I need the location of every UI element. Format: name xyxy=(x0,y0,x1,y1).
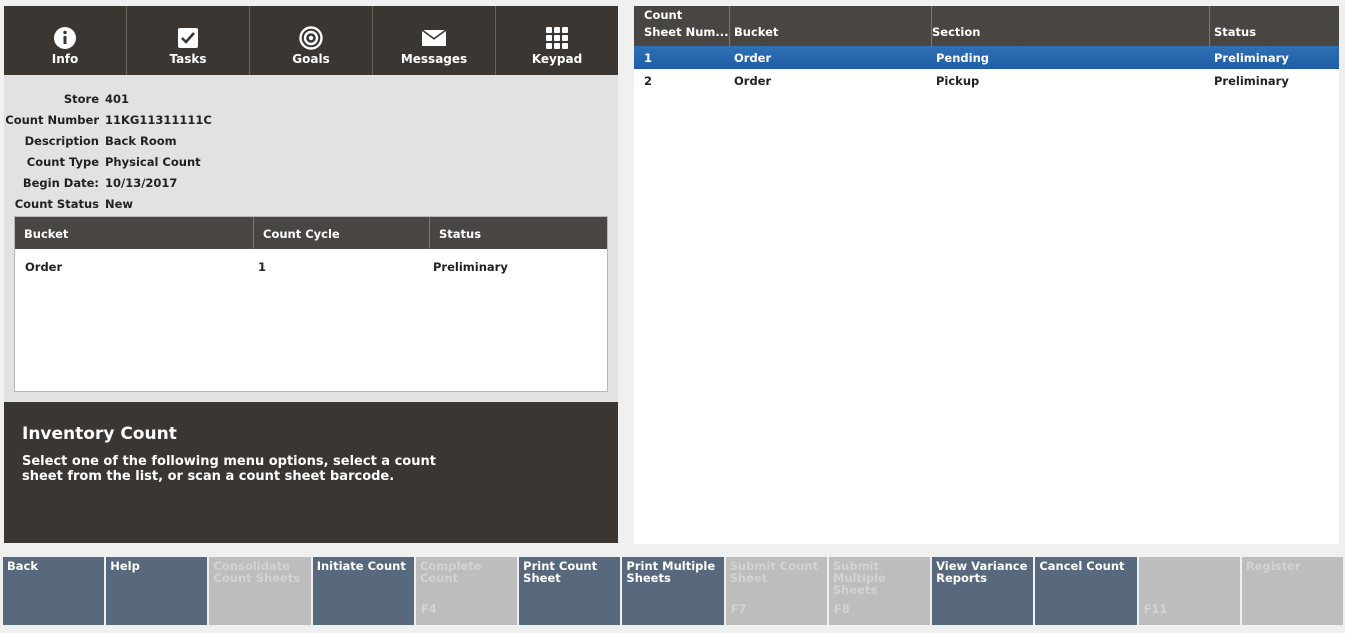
table-row[interactable]: 1 Order Pending Preliminary xyxy=(634,46,1339,69)
nav-tasks[interactable]: Tasks xyxy=(127,6,250,75)
consolidate-count-sheets-button[interactable]: Consolidate Count Sheets xyxy=(209,557,311,625)
count-number-row: Count Number 11KG11311111C xyxy=(4,113,212,131)
bucket-table: Bucket Count Cycle Status Order 1 Prelim… xyxy=(14,216,608,392)
description-label: Description xyxy=(24,134,99,148)
count-number-value: 11KG11311111C xyxy=(105,113,212,127)
target-icon xyxy=(299,26,323,50)
view-variance-reports-button[interactable]: View Variance Reports xyxy=(932,557,1034,625)
nav-label: Keypad xyxy=(531,52,583,66)
complete-count-button[interactable]: Complete Count F4 xyxy=(415,557,518,625)
button-label: View Variance Reports xyxy=(936,559,1028,585)
count-type-row: Count Type Physical Count xyxy=(4,155,201,173)
print-count-sheet-button[interactable]: Print Count Sheet xyxy=(519,557,621,625)
envelope-icon xyxy=(422,26,446,50)
register-button[interactable]: Register xyxy=(1241,557,1344,625)
function-key-label: F11 xyxy=(1143,602,1168,616)
nav-keypad[interactable]: Keypad xyxy=(496,6,618,75)
function-key-label: F7 xyxy=(730,602,747,616)
button-label: Help xyxy=(110,559,140,573)
begin-date-row: Begin Date: 10/13/2017 xyxy=(4,176,178,194)
sheet-number-cell: 1 xyxy=(644,50,653,65)
section-cell: Pending xyxy=(936,50,990,65)
table-row[interactable]: 2 Order Pickup Preliminary xyxy=(634,69,1339,92)
header-line: Count xyxy=(644,8,683,22)
button-label: Complete Count xyxy=(419,559,482,585)
count-number-label: Count Number xyxy=(5,113,99,127)
bucket-cell: Order xyxy=(734,73,772,88)
sheet-number-cell: 2 xyxy=(644,73,653,88)
nav-label: Goals xyxy=(292,52,330,66)
button-label: Submit Multiple Sheets xyxy=(832,559,886,597)
button-label: Register xyxy=(1245,559,1301,573)
column-header-count-cycle[interactable]: Count Cycle xyxy=(254,217,430,249)
count-status-row: Count Status New xyxy=(4,197,133,215)
button-label: Cancel Count xyxy=(1039,559,1125,573)
status-cell: Preliminary xyxy=(1214,50,1289,65)
begin-date-label: Begin Date: xyxy=(22,176,99,190)
function-key-label: F8 xyxy=(833,602,850,616)
nav-goals[interactable]: Goals xyxy=(250,6,373,75)
button-label: Print Multiple Sheets xyxy=(626,559,716,585)
bucket-cell: Order xyxy=(25,260,63,274)
status-cell: Preliminary xyxy=(1214,73,1289,88)
description-row: Description Back Room xyxy=(4,134,177,152)
description-value: Back Room xyxy=(105,134,177,148)
bucket-cell: Order xyxy=(734,50,772,65)
initiate-count-button[interactable]: Initiate Count xyxy=(312,557,414,625)
column-header-section[interactable]: Section xyxy=(932,6,1210,46)
button-label: Submit Count Sheet xyxy=(729,559,818,585)
status-cell: Preliminary xyxy=(433,260,508,274)
button-label: Consolidate Count Sheets xyxy=(213,559,301,585)
begin-date-value: 10/13/2017 xyxy=(105,176,178,190)
prompt-panel: Inventory Count Select one of the follow… xyxy=(4,402,618,543)
column-header-status[interactable]: Status xyxy=(1210,6,1339,46)
nav-label: Messages xyxy=(400,52,468,66)
column-header-count-sheet-number[interactable]: Count Sheet Num... xyxy=(634,6,730,46)
count-sheet-list: Count Sheet Num... Bucket Section Status… xyxy=(634,6,1339,544)
prompt-text: Select one of the following menu options… xyxy=(22,454,436,484)
count-type-value: Physical Count xyxy=(105,155,201,169)
top-nav: Info Tasks Goals Messages Keypad xyxy=(4,6,618,84)
table-row[interactable]: Order 1 Preliminary xyxy=(15,249,607,285)
count-type-label: Count Type xyxy=(26,155,99,169)
nav-info[interactable]: Info xyxy=(4,6,127,84)
store-value: 401 xyxy=(105,92,130,106)
back-button[interactable]: Back xyxy=(3,557,105,625)
store-row: Store 401 xyxy=(4,92,129,110)
button-label: Back xyxy=(7,559,38,573)
function-key-label: F4 xyxy=(420,602,437,616)
checkbox-icon xyxy=(176,26,200,50)
button-label: Print Count Sheet xyxy=(523,559,598,585)
count-status-value: New xyxy=(105,197,134,211)
section-cell: Pickup xyxy=(936,73,980,88)
submit-count-sheet-button[interactable]: Submit Count Sheet F7 xyxy=(725,557,827,625)
function-button-bar: Back Help Consolidate Count Sheets Initi… xyxy=(3,557,1344,625)
column-header-status[interactable]: Status xyxy=(430,217,607,249)
count-info-panel: Store 401 Count Number 11KG11311111C Des… xyxy=(4,75,618,402)
count-sheet-header: Count Sheet Num... Bucket Section Status xyxy=(634,6,1339,46)
nav-messages[interactable]: Messages xyxy=(373,6,496,75)
info-icon xyxy=(53,26,77,50)
submit-multiple-sheets-button[interactable]: Submit Multiple Sheets F8 xyxy=(828,557,931,625)
column-header-bucket[interactable]: Bucket xyxy=(730,6,932,46)
help-button[interactable]: Help xyxy=(106,557,208,625)
prompt-title: Inventory Count xyxy=(22,424,177,444)
button-label: Initiate Count xyxy=(316,559,406,573)
header-line: Sheet Num... xyxy=(644,25,729,39)
cancel-count-button[interactable]: Cancel Count xyxy=(1035,557,1137,625)
count-status-label: Count Status xyxy=(14,197,99,211)
nav-label: Tasks xyxy=(169,52,207,66)
store-label: Store xyxy=(63,92,99,106)
print-multiple-sheets-button[interactable]: Print Multiple Sheets xyxy=(622,557,724,625)
bucket-table-header: Bucket Count Cycle Status xyxy=(15,217,607,249)
count-cycle-cell: 1 xyxy=(258,260,267,274)
f11-button[interactable]: F11 xyxy=(1138,557,1240,625)
column-header-bucket[interactable]: Bucket xyxy=(15,217,254,249)
keypad-icon xyxy=(545,26,569,50)
nav-label: Info xyxy=(51,52,79,66)
